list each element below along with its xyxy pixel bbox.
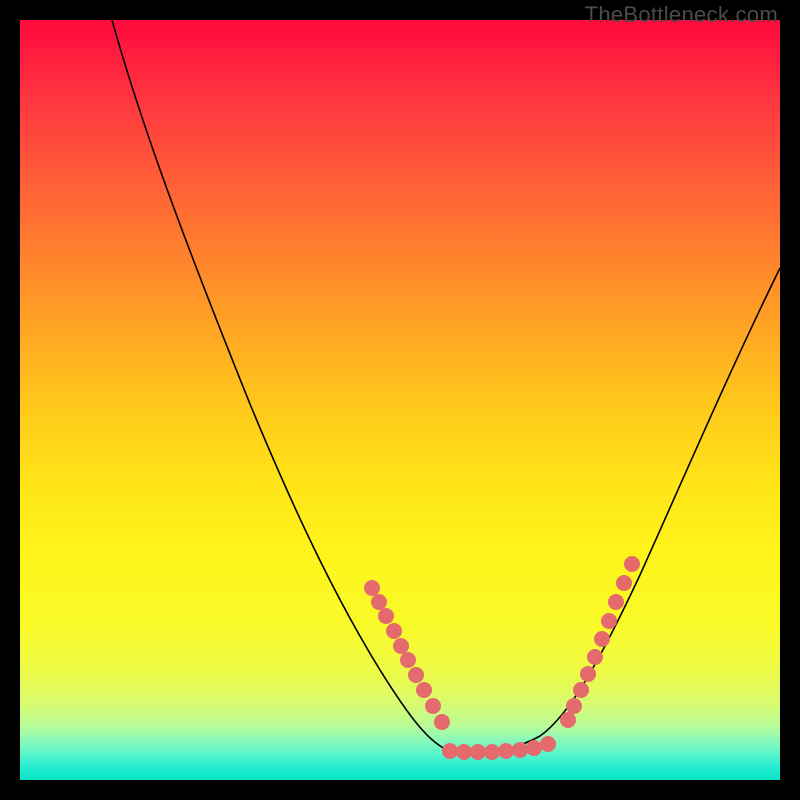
bead-right <box>624 556 640 572</box>
bead-right <box>608 594 624 610</box>
bead-bottom <box>484 744 500 760</box>
bead-right <box>573 682 589 698</box>
bead-right <box>566 698 582 714</box>
bead-right <box>560 712 576 728</box>
bead-bottom <box>456 744 472 760</box>
bead-right <box>601 613 617 629</box>
bead-bottom <box>498 743 514 759</box>
watermark-text: TheBottleneck.com <box>585 2 778 28</box>
bead-left <box>364 580 380 596</box>
plot-area <box>20 20 780 780</box>
chart-frame: TheBottleneck.com <box>0 0 800 800</box>
bead-bottom <box>512 742 528 758</box>
bead-right <box>594 631 610 647</box>
bead-bottom <box>540 736 556 752</box>
bead-bottom <box>470 744 486 760</box>
bead-left <box>378 608 394 624</box>
bead-layer <box>364 556 640 760</box>
bead-right <box>580 666 596 682</box>
bead-left <box>416 682 432 698</box>
bead-left <box>400 652 416 668</box>
plot-svg <box>20 20 780 780</box>
bead-left <box>371 594 387 610</box>
bead-bottom <box>526 740 542 756</box>
bead-bottom <box>442 743 458 759</box>
bead-left <box>386 623 402 639</box>
bead-left <box>425 698 441 714</box>
bead-left <box>408 667 424 683</box>
bead-right <box>587 649 603 665</box>
bead-left <box>434 714 450 730</box>
bead-right <box>616 575 632 591</box>
bead-left <box>393 638 409 654</box>
bottleneck-curve <box>112 20 780 753</box>
